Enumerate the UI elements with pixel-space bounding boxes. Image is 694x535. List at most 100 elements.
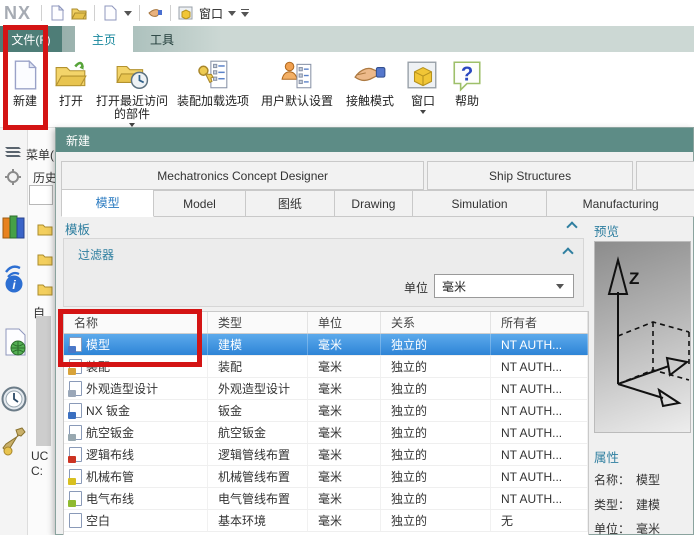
dialog-tab-row-2: 模型 Model 图纸 Drawing Simulation Manufactu… <box>61 190 694 217</box>
column-header[interactable]: 名称 <box>64 312 208 333</box>
collapse-chevron-icon[interactable] <box>562 247 573 258</box>
template-table: 名称类型单位关系所有者 模型建模毫米独立的NT AUTH...装配装配毫米独立的… <box>63 311 589 535</box>
aero-sheet-metal-icon <box>69 425 82 440</box>
template-unit-cell: 毫米 <box>308 510 381 531</box>
tab-model-cn[interactable]: 模型 <box>61 190 154 217</box>
recent-parts-icon <box>115 55 149 93</box>
template-name: 外观造型设计 <box>86 380 158 397</box>
tab-tools[interactable]: 工具 <box>136 26 188 52</box>
unit-label: 单位 <box>404 279 428 296</box>
template-table-row[interactable]: 机械布管机械管线布置毫米独立的NT AUTH... <box>64 466 588 488</box>
dropdown-arrow-icon[interactable] <box>228 11 236 16</box>
user-defaults-button[interactable]: 用户默认设置 <box>257 55 337 108</box>
tab-drawing-cn[interactable]: 图纸 <box>246 190 336 217</box>
open-recent-button[interactable]: 打开最近访问的部件 <box>95 55 169 127</box>
property-label: 单位： <box>594 522 630 535</box>
window-menu-label[interactable]: 窗口 <box>199 5 223 22</box>
touch-hand-icon[interactable] <box>146 4 164 22</box>
template-relationship-cell: 独立的 <box>381 422 491 443</box>
dropdown-arrow-icon[interactable] <box>124 11 132 16</box>
template-table-header: 名称类型单位关系所有者 <box>64 312 588 334</box>
column-header[interactable]: 单位 <box>308 312 381 333</box>
roles-books-icon[interactable] <box>1 212 27 240</box>
open-folder-icon[interactable] <box>70 4 88 22</box>
template-name: 航空钣金 <box>86 424 134 441</box>
tab-manufacturing[interactable]: Manufacturing <box>547 190 694 217</box>
template-relationship-cell: 独立的 <box>381 334 491 355</box>
tab-drawing-en[interactable]: Drawing <box>335 190 413 217</box>
tab-partial[interactable] <box>636 161 694 190</box>
template-owner-cell: NT AUTH... <box>491 422 588 443</box>
menu-label[interactable]: 菜单( <box>26 146 54 163</box>
column-header[interactable]: 关系 <box>381 312 491 333</box>
template-name-cell: 电气布线 <box>64 488 208 509</box>
filter-group: 过滤器 单位 毫米 <box>63 238 584 307</box>
collapse-chevron-icon[interactable] <box>566 221 577 232</box>
template-type-cell: 建模 <box>208 334 308 355</box>
tab-simulation[interactable]: Simulation <box>413 190 548 217</box>
assembly-load-options-button[interactable]: 装配加载选项 <box>173 55 253 108</box>
document-dropdown-icon[interactable] <box>101 4 119 22</box>
customize-quick-access-icon[interactable] <box>241 9 249 18</box>
template-table-row[interactable]: 航空钣金航空钣金毫米独立的NT AUTH... <box>64 422 588 444</box>
template-type-cell: 装配 <box>208 356 308 377</box>
history-filter-box[interactable] <box>29 185 53 205</box>
template-table-row[interactable]: 模型 建模毫米独立的NT AUTH... <box>64 334 588 356</box>
history-panel-title: 历史 <box>33 169 57 186</box>
history-scrollbar[interactable] <box>36 316 51 446</box>
folder-icon[interactable] <box>37 223 53 236</box>
tab-ship-structures[interactable]: Ship Structures <box>427 161 632 190</box>
history-clock-icon[interactable] <box>1 382 28 416</box>
window-button[interactable]: 窗口 <box>403 55 443 114</box>
template-owner-cell: NT AUTH... <box>491 488 588 509</box>
template-relationship-cell: 独立的 <box>381 466 491 487</box>
template-relationship-cell: 独立的 <box>381 356 491 377</box>
window-cube-icon[interactable] <box>177 4 195 22</box>
logical-routing-icon <box>69 447 82 462</box>
template-table-row[interactable]: 装配装配毫米独立的NT AUTH... <box>64 356 588 378</box>
gear-icon[interactable] <box>4 168 22 186</box>
web-document-icon[interactable] <box>4 328 27 358</box>
help-icon: ? <box>450 55 484 93</box>
template-owner-cell: NT AUTH... <box>491 378 588 399</box>
tool-assistant-icon[interactable] <box>2 426 27 456</box>
unit-dropdown[interactable]: 毫米 <box>434 274 574 298</box>
tab-mechatronics-concept-designer[interactable]: Mechatronics Concept Designer <box>61 161 424 190</box>
template-unit-cell: 毫米 <box>308 444 381 465</box>
template-unit-cell: 毫米 <box>308 356 381 377</box>
template-name: 模型 <box>86 336 110 353</box>
property-value: 建模 <box>636 498 660 512</box>
template-table-row[interactable]: 逻辑布线逻辑管线布置毫米独立的NT AUTH... <box>64 444 588 466</box>
property-label: 类型： <box>594 498 630 512</box>
template-table-row[interactable]: 空白基本环境毫米独立的无 <box>64 510 588 532</box>
template-table-row[interactable]: 电气布线电气管线布置毫米独立的NT AUTH... <box>64 488 588 510</box>
tab-file[interactable]: 文件(F) <box>0 26 62 52</box>
template-type-cell: 外观造型设计 <box>208 378 308 399</box>
new-button[interactable]: 新建 <box>3 55 47 108</box>
recent-part-path[interactable]: C: <box>31 464 43 478</box>
svg-text:?: ? <box>461 63 473 85</box>
column-header[interactable]: 类型 <box>208 312 308 333</box>
menu-icon[interactable] <box>2 144 24 160</box>
tab-model-en[interactable]: Model <box>154 190 245 217</box>
open-button[interactable]: 打开 <box>51 55 91 108</box>
info-icon[interactable]: i <box>2 264 26 294</box>
template-table-row[interactable]: NX 钣金钣金毫米独立的NT AUTH... <box>64 400 588 422</box>
recent-part-name[interactable]: UC <box>31 449 48 463</box>
touch-mode-button[interactable]: 接触模式 <box>341 55 399 108</box>
tab-home[interactable]: 主页 <box>75 26 133 52</box>
template-owner-cell: NT AUTH... <box>491 334 588 355</box>
template-unit-cell: 毫米 <box>308 378 381 399</box>
template-table-row[interactable]: 外观造型设计外观造型设计毫米独立的NT AUTH... <box>64 378 588 400</box>
template-name-cell: 装配 <box>64 356 208 377</box>
new-document-icon[interactable] <box>48 4 66 22</box>
dialog-title-bar[interactable]: 新建 <box>56 128 693 152</box>
folder-icon[interactable] <box>37 253 53 266</box>
help-button[interactable]: ? 帮助 <box>447 55 487 108</box>
separator <box>94 5 95 21</box>
filter-header: 过滤器 <box>78 246 114 263</box>
assembly-icon <box>69 359 82 374</box>
folder-icon[interactable] <box>37 283 53 296</box>
template-unit-cell: 毫米 <box>308 334 381 355</box>
column-header[interactable]: 所有者 <box>491 312 588 333</box>
